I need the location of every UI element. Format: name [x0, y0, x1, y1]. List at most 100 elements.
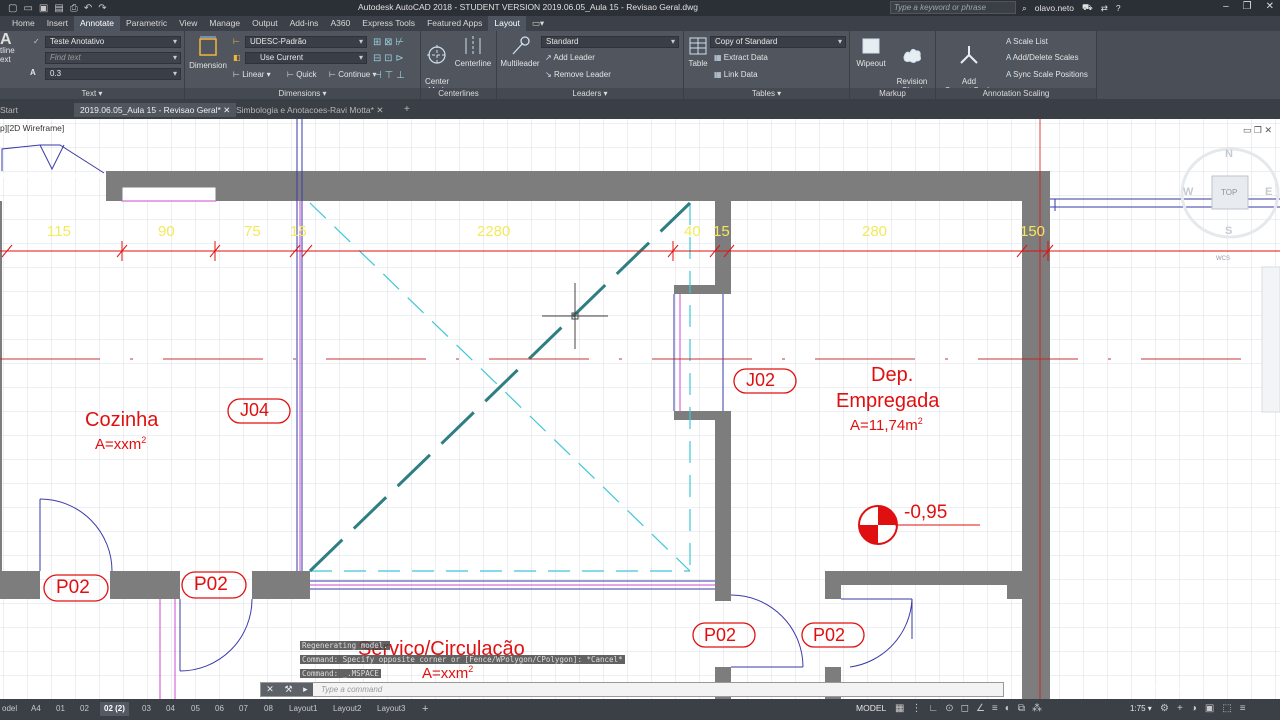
tab-manage[interactable]: Manage	[203, 16, 246, 31]
command-input[interactable]: Type a command	[313, 685, 382, 694]
layout-tab-02[interactable]: 02	[76, 702, 93, 716]
restore-icon[interactable]: ❐	[1243, 1, 1252, 12]
add-leader-button[interactable]: ↗ Add Leader	[545, 53, 595, 62]
clean-screen-icon[interactable]: ⬚	[1222, 703, 1231, 714]
close-icon[interactable]: ✕	[266, 684, 274, 695]
revision-cloud-button[interactable]: Revision Cloud	[892, 35, 932, 95]
find-text-input[interactable]: Find text	[45, 52, 181, 64]
annotation-scaling-panel-title[interactable]: Annotation Scaling	[936, 88, 1096, 99]
close-icon[interactable]: ✕	[1266, 1, 1274, 12]
transparency-icon[interactable]: ◐	[1005, 703, 1011, 714]
tab-output[interactable]: Output	[246, 16, 284, 31]
navigation-bar[interactable]	[1261, 266, 1280, 413]
tab-home[interactable]: Home	[6, 16, 41, 31]
multileader-button[interactable]: Multileader	[499, 35, 541, 68]
wipeout-button[interactable]: Wipeout	[852, 35, 890, 68]
undo-icon[interactable]: ↶	[84, 3, 92, 14]
layout-tab-01[interactable]: 01	[52, 702, 69, 716]
viewcube-north[interactable]: N	[1225, 148, 1233, 160]
text-panel-title[interactable]: Text ▾	[0, 88, 184, 99]
dimension-button[interactable]: Dimension	[187, 35, 229, 70]
leader-style-select[interactable]: Standard	[541, 36, 679, 48]
layout-tab-07[interactable]: 07	[235, 702, 252, 716]
osnap-icon[interactable]: ◻	[961, 703, 969, 714]
link-data-button[interactable]: ▦ Link Data	[714, 70, 758, 79]
cart-icon[interactable]: ⛟	[1082, 2, 1093, 14]
tab-view[interactable]: View	[173, 16, 203, 31]
layout-tab-a4[interactable]: A4	[27, 702, 45, 716]
tab-parametric[interactable]: Parametric	[120, 16, 173, 31]
extract-data-button[interactable]: ▦ Extract Data	[714, 53, 768, 62]
text-height-select[interactable]: 0.3	[45, 68, 181, 80]
add-current-scale-button[interactable]: Add Current Scale	[938, 35, 1000, 95]
search-input[interactable]: Type a keyword or phrase	[890, 1, 1016, 14]
layout-tab-layout1[interactable]: Layout1	[285, 702, 321, 716]
ortho-icon[interactable]: ∟	[928, 703, 938, 714]
centerlines-panel-title[interactable]: Centerlines	[421, 88, 496, 99]
doc-tab-start[interactable]: Start	[0, 103, 24, 117]
scale-list-button[interactable]: A Scale List	[1006, 37, 1048, 46]
tab-express-tools[interactable]: Express Tools	[356, 16, 421, 31]
redo-icon[interactable]: ↷	[98, 3, 106, 14]
multiline-text-button[interactable]: A tline ext	[0, 32, 22, 65]
viewcube-west[interactable]: W	[1183, 186, 1193, 198]
add-delete-scales-button[interactable]: A Add/Delete Scales	[1006, 53, 1079, 62]
add-layout-icon[interactable]: +	[418, 702, 432, 716]
drawing-canvas[interactable]: p][2D Wireframe] ▭ ❐ ✕ 115 90 75 15 2280…	[0, 119, 1280, 699]
wrench-icon[interactable]: ⚒	[284, 684, 292, 695]
selection-cycling-icon[interactable]: ⧉	[1018, 703, 1025, 714]
close-tab-icon[interactable]: ✕	[376, 105, 383, 115]
tab-featured-apps[interactable]: Featured Apps	[421, 16, 488, 31]
plot-icon[interactable]: ⎙	[70, 3, 78, 14]
dimensions-panel-title[interactable]: Dimensions ▾	[185, 88, 420, 99]
tab-layout[interactable]: Layout	[488, 16, 526, 31]
gear-icon[interactable]: ⚙	[1160, 703, 1169, 714]
dim-layer-select[interactable]: Use Current	[245, 52, 367, 64]
annotation-scale[interactable]: 1:75 ▾	[1130, 704, 1152, 713]
quick-dim-button[interactable]: ⊢ Quick	[287, 70, 317, 79]
viewport-controls[interactable]: ▭ ❐ ✕	[1243, 125, 1272, 136]
grid-icon[interactable]: ▦	[895, 703, 904, 714]
layout-tab-06[interactable]: 06	[211, 702, 228, 716]
doc-tab-simbologia[interactable]: Simbologia e Anotacoes-Ravi Motta* ✕	[230, 103, 389, 117]
annotation-visibility-icon[interactable]: ⁂	[1032, 703, 1042, 714]
plus-icon[interactable]: +	[1177, 703, 1183, 714]
polar-icon[interactable]: ⊙	[945, 703, 953, 714]
isolate-icon[interactable]: ◑	[1191, 703, 1197, 714]
linear-button[interactable]: ⊢ Linear ▾	[233, 70, 271, 79]
lineweight-icon[interactable]: ≡	[992, 703, 998, 714]
leaders-panel-title[interactable]: Leaders ▾	[497, 88, 683, 99]
layout-tab-layout3[interactable]: Layout3	[373, 702, 409, 716]
dim-tools-icons-2[interactable]: ⊟ ⊡ ⊳	[373, 53, 404, 64]
layout-tab-02-2[interactable]: 02 (2)	[100, 702, 129, 716]
minimize-icon[interactable]: –	[1223, 1, 1229, 12]
sync-scale-positions-button[interactable]: A Sync Scale Positions	[1006, 70, 1088, 79]
markup-panel-title[interactable]: Markup	[850, 88, 935, 99]
hardware-acceleration-icon[interactable]: ▣	[1205, 703, 1214, 714]
prompt-icon[interactable]: ▸	[303, 684, 308, 695]
viewport-label[interactable]: p][2D Wireframe]	[0, 123, 64, 133]
table-button[interactable]: Table	[686, 35, 710, 68]
ribbon-toggle-icon[interactable]: ▭▾	[526, 16, 550, 31]
open-file-icon[interactable]: ▭	[23, 3, 32, 14]
binoculars-icon[interactable]: ⌕	[1022, 3, 1027, 14]
continue-button[interactable]: ⊢ Continue ▾	[329, 70, 376, 79]
doc-tab-revisao-geral[interactable]: 2019.06.05_Aula 15 - Revisao Geral* ✕	[74, 103, 237, 117]
layout-tab-08[interactable]: 08	[260, 702, 277, 716]
remove-leader-button[interactable]: ↘ Remove Leader	[545, 70, 611, 79]
menu-icon[interactable]: ≡	[1240, 703, 1246, 714]
layout-tab-model[interactable]: odel	[0, 702, 21, 716]
centerline-button[interactable]: Centerline	[452, 35, 494, 68]
layout-tab-04[interactable]: 04	[162, 702, 179, 716]
wcs-menu[interactable]: WCS	[1216, 256, 1230, 262]
user-name[interactable]: olavo.neto	[1035, 3, 1074, 13]
new-file-icon[interactable]: ▢	[8, 3, 17, 14]
viewcube-top[interactable]: TOP	[1221, 188, 1237, 197]
dim-tools-icons[interactable]: ⊞ ⊠ ⊬	[373, 37, 404, 48]
tables-panel-title[interactable]: Tables ▾	[684, 88, 849, 99]
exchange-icon[interactable]: ⇄	[1101, 3, 1108, 14]
viewcube-south[interactable]: S	[1225, 225, 1232, 237]
viewcube-east[interactable]: E	[1265, 186, 1272, 198]
tab-annotate[interactable]: Annotate	[73, 16, 120, 31]
snap-icon[interactable]: ⋮	[911, 703, 921, 714]
